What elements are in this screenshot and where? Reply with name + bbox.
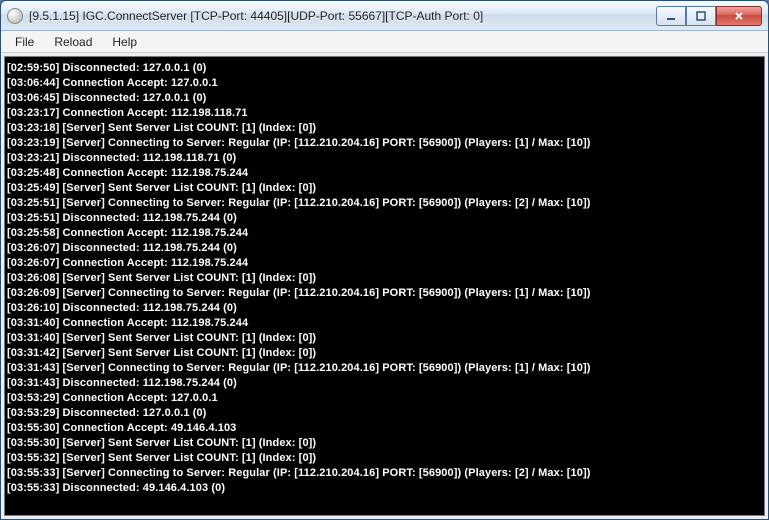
minimize-icon — [665, 11, 677, 21]
log-line: [03:31:40] [Server] Sent Server List COU… — [7, 331, 762, 346]
log-line: [03:25:51] [Server] Connecting to Server… — [7, 196, 762, 211]
close-button[interactable] — [716, 6, 762, 26]
log-line: [03:25:58] Connection Accept: 112.198.75… — [7, 226, 762, 241]
app-window: [9.5.1.15] IGC.ConnectServer [TCP-Port: … — [0, 0, 769, 520]
menu-reload[interactable]: Reload — [44, 33, 102, 51]
log-line: [03:25:48] Connection Accept: 112.198.75… — [7, 166, 762, 181]
log-line: [02:59:50] Disconnected: 127.0.0.1 (0) — [7, 61, 762, 76]
log-console[interactable]: [02:59:50] Disconnected: 127.0.0.1 (0)[0… — [4, 56, 765, 516]
log-line: [03:06:45] Disconnected: 127.0.0.1 (0) — [7, 91, 762, 106]
log-line: [03:23:17] Connection Accept: 112.198.11… — [7, 106, 762, 121]
window-controls — [656, 6, 762, 26]
log-line: [03:23:18] [Server] Sent Server List COU… — [7, 121, 762, 136]
log-line: [03:31:40] Connection Accept: 112.198.75… — [7, 316, 762, 331]
menu-bar: File Reload Help — [1, 31, 768, 53]
maximize-button[interactable] — [686, 6, 716, 26]
close-icon — [733, 11, 745, 21]
log-line: [03:26:07] Connection Accept: 112.198.75… — [7, 256, 762, 271]
log-line: [03:53:29] Connection Accept: 127.0.0.1 — [7, 391, 762, 406]
log-line: [03:25:51] Disconnected: 112.198.75.244 … — [7, 211, 762, 226]
log-line: [03:55:32] [Server] Sent Server List COU… — [7, 451, 762, 466]
log-line: [03:23:19] [Server] Connecting to Server… — [7, 136, 762, 151]
log-line: [03:26:09] [Server] Connecting to Server… — [7, 286, 762, 301]
log-line: [03:23:21] Disconnected: 112.198.118.71 … — [7, 151, 762, 166]
log-line: [03:53:29] Disconnected: 127.0.0.1 (0) — [7, 406, 762, 421]
minimize-button[interactable] — [656, 6, 686, 26]
window-title: [9.5.1.15] IGC.ConnectServer [TCP-Port: … — [29, 9, 483, 23]
log-line: [03:06:44] Connection Accept: 127.0.0.1 — [7, 76, 762, 91]
log-line: [03:55:30] Connection Accept: 49.146.4.1… — [7, 421, 762, 436]
menu-file[interactable]: File — [5, 33, 44, 51]
log-line: [03:55:33] [Server] Connecting to Server… — [7, 466, 762, 481]
menu-help[interactable]: Help — [102, 33, 147, 51]
log-line: [03:31:42] [Server] Sent Server List COU… — [7, 346, 762, 361]
app-icon — [7, 8, 23, 24]
log-line: [03:26:07] Disconnected: 112.198.75.244 … — [7, 241, 762, 256]
log-line: [03:31:43] [Server] Connecting to Server… — [7, 361, 762, 376]
log-line: [03:55:33] Disconnected: 49.146.4.103 (0… — [7, 481, 762, 496]
log-line: [03:31:43] Disconnected: 112.198.75.244 … — [7, 376, 762, 391]
log-line: [03:26:08] [Server] Sent Server List COU… — [7, 271, 762, 286]
maximize-icon — [695, 11, 707, 21]
console-container: [02:59:50] Disconnected: 127.0.0.1 (0)[0… — [1, 53, 768, 519]
log-line: [03:25:49] [Server] Sent Server List COU… — [7, 181, 762, 196]
title-bar[interactable]: [9.5.1.15] IGC.ConnectServer [TCP-Port: … — [1, 1, 768, 31]
log-line: [03:55:30] [Server] Sent Server List COU… — [7, 436, 762, 451]
log-line: [03:26:10] Disconnected: 112.198.75.244 … — [7, 301, 762, 316]
